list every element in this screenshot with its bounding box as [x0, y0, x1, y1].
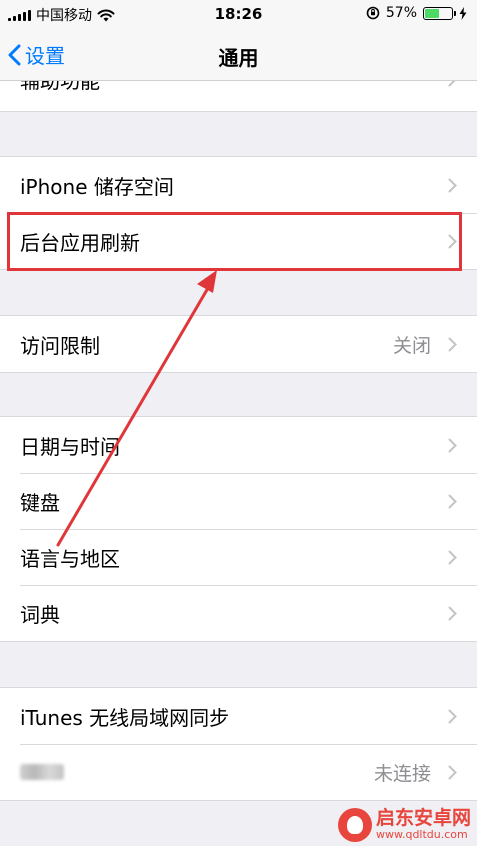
row-dictionary[interactable]: 词典: [0, 585, 477, 641]
chevron-right-icon: [448, 494, 457, 509]
partial-group: 辅助功能: [0, 81, 477, 112]
status-right: 57%: [366, 5, 467, 21]
chevron-right-icon: [448, 606, 457, 621]
orientation-lock-icon: [366, 6, 380, 20]
chevron-right-icon: [448, 438, 457, 453]
row-language-region[interactable]: 语言与地区: [0, 529, 477, 585]
watermark-url: www.qdltdu.com: [375, 828, 468, 842]
row-itunes-wifi-sync[interactable]: iTunes 无线局域网同步: [0, 688, 477, 744]
chevron-right-icon: [448, 81, 456, 87]
chevron-right-icon: [448, 709, 457, 724]
row-restrictions[interactable]: 访问限制 关闭: [0, 316, 477, 372]
blurred-label: [20, 764, 64, 780]
row-background-app-refresh[interactable]: 后台应用刷新: [0, 213, 477, 269]
settings-group-locale: 日期与时间 键盘 语言与地区 词典: [0, 416, 477, 642]
row-iphone-storage[interactable]: iPhone 储存空间: [0, 157, 477, 213]
navigation-bar: 设置 通用: [0, 28, 477, 81]
settings-group-sync: iTunes 无线局域网同步 未连接: [0, 687, 477, 801]
row-label: 键盘: [20, 490, 60, 515]
row-label: 词典: [20, 602, 60, 627]
vpn-status-value: 未连接: [373, 762, 431, 785]
row-label: iTunes 无线局域网同步: [20, 705, 230, 730]
watermark-text: 启东安卓网 www.qdltdu.com: [375, 807, 471, 842]
watermark-logo-icon: [337, 808, 372, 842]
chevron-right-icon: [448, 234, 457, 249]
row-vpn[interactable]: 未连接: [0, 744, 477, 800]
row-label: 语言与地区: [20, 546, 120, 571]
row-label: 日期与时间: [20, 434, 120, 459]
row-label: 后台应用刷新: [20, 230, 140, 255]
battery-icon: [423, 6, 456, 20]
chevron-right-icon: [448, 550, 457, 565]
chevron-right-icon: [448, 337, 457, 352]
row-keyboard[interactable]: 键盘: [0, 473, 477, 529]
battery-percent: 57%: [385, 5, 417, 21]
watermark-name: 启东安卓网: [375, 807, 471, 830]
row-label: 辅助功能: [20, 81, 100, 94]
row-label: iPhone 储存空间: [20, 174, 174, 199]
row-date-time[interactable]: 日期与时间: [0, 417, 477, 473]
chevron-right-icon: [448, 178, 457, 193]
settings-group-storage: iPhone 储存空间 后台应用刷新: [0, 156, 477, 270]
page-title: 通用: [218, 46, 259, 70]
settings-group-restrictions: 访问限制 关闭: [0, 315, 477, 373]
status-bar: 中国移动 18:26 57%: [0, 0, 477, 28]
row-label: 访问限制: [20, 333, 100, 358]
watermark: 启东安卓网 www.qdltdu.com: [337, 807, 471, 842]
battery-fill: [425, 8, 439, 18]
row-accessibility[interactable]: 辅助功能: [0, 81, 477, 107]
restrictions-value: 关闭: [392, 334, 431, 357]
charging-icon: [459, 6, 467, 20]
chevron-right-icon: [448, 765, 457, 780]
